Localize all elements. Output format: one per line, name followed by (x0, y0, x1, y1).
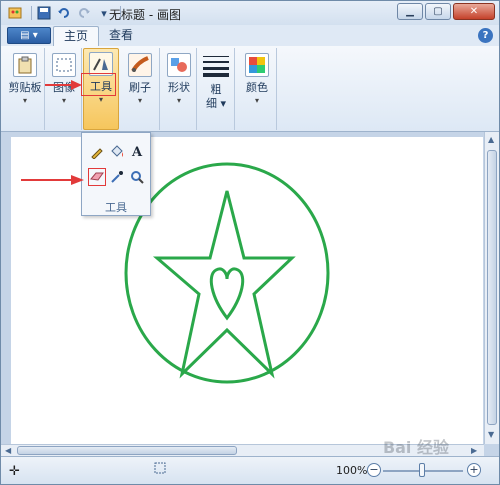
annotation-arrow-eraser (21, 175, 84, 185)
scroll-down-icon[interactable]: ▼ (488, 430, 494, 439)
title-bar: ▾ 无标题 - 画图 ▁ ▢ ✕ (1, 1, 499, 25)
magnifier-icon[interactable] (128, 168, 146, 186)
zoom-out-button[interactable]: − (367, 463, 381, 477)
drawn-star (152, 190, 296, 379)
text-icon[interactable]: A (128, 143, 146, 161)
ribbon-tab-row: ▤ ▾ 主页 查看 ? (1, 25, 499, 46)
save-icon[interactable] (36, 5, 52, 21)
tools-dropdown-panel: A 工具 (81, 132, 151, 216)
clipboard-group: 剪贴板 ▾ (5, 48, 45, 130)
chevron-down-icon: ▾ (22, 96, 27, 105)
color-picker-icon[interactable] (108, 168, 126, 186)
selection-size-icon (153, 461, 167, 478)
size-button[interactable]: 粗 细 ▾ (198, 50, 234, 124)
quick-access-toolbar: ▾ (7, 4, 125, 22)
paint-menu-button[interactable]: ▤ ▾ (7, 27, 51, 44)
chevron-down-icon: ▾ (61, 96, 66, 105)
clipboard-label: 剪贴板 (8, 81, 42, 94)
eraser-icon[interactable] (88, 168, 106, 186)
tools-highlight-box (81, 73, 116, 96)
annotation-arrow-tools (45, 80, 82, 90)
size-label-bottom: 细 ▾ (205, 97, 227, 110)
help-icon[interactable]: ? (478, 28, 493, 43)
window-title: 无标题 - 画图 (109, 8, 181, 22)
size-label-top: 粗 (210, 83, 222, 96)
close-button[interactable]: ✕ (453, 3, 495, 20)
chevron-down-icon: ▾ (98, 95, 103, 104)
drawn-heart (209, 267, 245, 321)
chevron-down-icon: ▾ (176, 96, 181, 105)
undo-icon[interactable] (56, 5, 72, 21)
brushes-label: 刷子 (129, 81, 151, 94)
redo-icon[interactable] (76, 5, 92, 21)
brush-icon (128, 53, 152, 77)
clipboard-icon (13, 53, 37, 77)
paint-window: ▾ 无标题 - 画图 ▁ ▢ ✕ ▤ ▾ 主页 查看 ? 剪贴板 ▾ 图像 ▾ … (0, 0, 500, 485)
zoom-in-button[interactable]: + (467, 463, 481, 477)
shapes-icon (167, 53, 191, 77)
shapes-label: 形状 (168, 81, 190, 94)
color-palette-icon (245, 53, 269, 77)
shapes-button[interactable]: 形状 ▾ (161, 50, 197, 124)
maximize-button[interactable]: ▢ (425, 3, 451, 20)
colors-label: 颜色 (246, 81, 268, 94)
line-width-icon (203, 54, 229, 81)
tools-dropdown-label: 工具 (105, 201, 127, 214)
brushes-group: 刷子 ▾ (120, 48, 160, 130)
tab-home[interactable]: 主页 (53, 26, 100, 46)
status-bar: ✛ 100% − + (1, 456, 499, 484)
scroll-up-icon[interactable]: ▲ (488, 135, 494, 144)
watermark: Bai 经验 (382, 438, 449, 457)
tab-view[interactable]: 查看 (99, 26, 143, 46)
zoom-slider-thumb[interactable] (419, 463, 425, 477)
pencil-icon[interactable] (88, 143, 106, 161)
clipboard-button[interactable]: 剪贴板 ▾ (7, 50, 43, 124)
zoom-level: 100% (336, 464, 368, 477)
scroll-right-icon[interactable]: ▶ (471, 446, 477, 455)
shapes-group: 形状 ▾ (161, 48, 197, 130)
vertical-scrollbar[interactable]: ▲ ▼ (484, 132, 499, 444)
chevron-down-icon: ▾ (137, 96, 142, 105)
horizontal-scroll-thumb[interactable] (17, 446, 237, 455)
select-icon (52, 53, 76, 77)
cursor-position-icon: ✛ (9, 464, 20, 479)
fill-icon[interactable] (108, 143, 126, 161)
colors-group: 颜色 ▾ (237, 48, 277, 130)
scroll-left-icon[interactable]: ◀ (5, 446, 11, 455)
colors-button[interactable]: 颜色 ▾ (239, 50, 275, 124)
window-controls: ▁ ▢ ✕ (397, 3, 495, 20)
brushes-button[interactable]: 刷子 ▾ (122, 50, 158, 124)
quick-access-separator (31, 6, 32, 20)
paint-app-icon[interactable] (7, 5, 23, 21)
chevron-down-icon: ▾ (254, 96, 259, 105)
minimize-button[interactable]: ▁ (397, 3, 423, 20)
vertical-scroll-thumb[interactable] (487, 150, 497, 425)
size-group: 粗 细 ▾ (197, 48, 235, 130)
